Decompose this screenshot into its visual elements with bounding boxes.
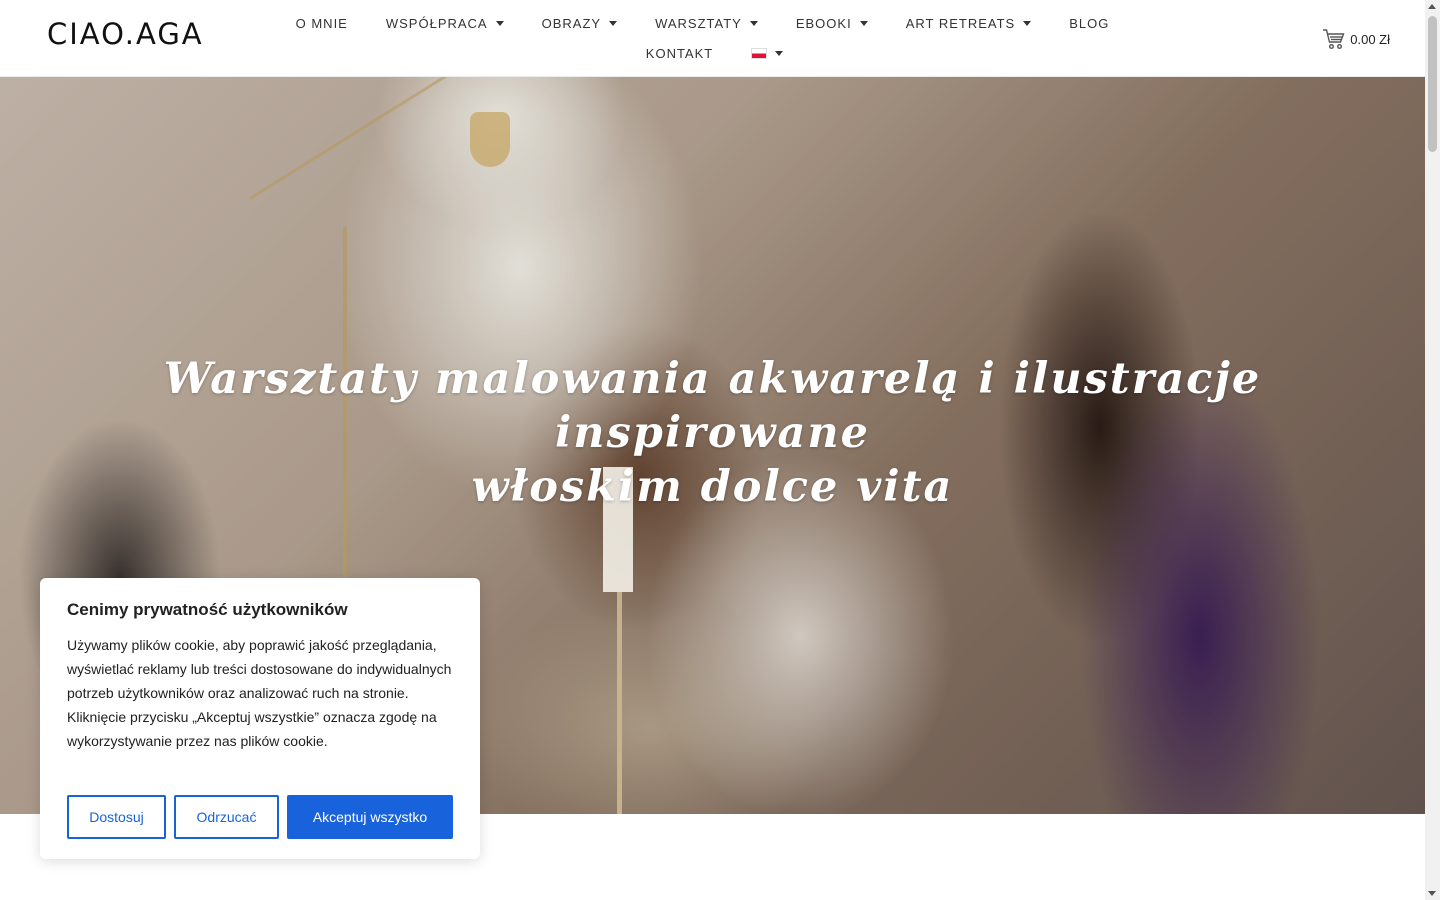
hero-photo-detail xyxy=(249,77,472,200)
cookie-consent-dialog: Cenimy prywatność użytkowników Używamy p… xyxy=(40,578,480,859)
poland-flag-icon xyxy=(751,47,768,59)
reject-button[interactable]: Odrzucać xyxy=(174,795,279,839)
caret-down-icon xyxy=(609,20,618,26)
main-nav: O MNIE WSPÓŁPRACA OBRAZY WARSZTATY EBOOK… xyxy=(0,14,1415,32)
cookie-title: Cenimy prywatność użytkowników xyxy=(67,600,348,619)
nav-label: EBOOKI xyxy=(795,15,852,31)
language-switcher[interactable] xyxy=(732,44,802,62)
hero-photo-detail xyxy=(470,112,510,167)
nav-item-obrazy[interactable]: OBRAZY xyxy=(523,14,636,32)
nav-label: KONTAKT xyxy=(645,45,714,61)
nav-label: ART RETREATS xyxy=(905,15,1016,31)
nav-item-ebooki[interactable]: EBOOKI xyxy=(777,14,887,32)
caret-down-icon xyxy=(495,20,504,26)
cookie-actions: Dostosuj Odrzucać Akceptuj wszystko xyxy=(67,795,453,839)
hero-photo-detail xyxy=(617,592,622,814)
cart-button[interactable]: 0.00 Zł xyxy=(1322,28,1390,50)
nav-item-o-mnie[interactable]: O MNIE xyxy=(277,14,367,32)
nav-label: WARSZTATY xyxy=(655,15,742,31)
scroll-thumb[interactable] xyxy=(1428,16,1437,152)
accept-all-button[interactable]: Akceptuj wszystko xyxy=(287,795,453,839)
caret-down-icon xyxy=(775,50,784,56)
nav-item-kontakt[interactable]: KONTAKT xyxy=(627,44,732,62)
hero-title-line: Warsztaty malowania akwarelą i ilustracj… xyxy=(163,354,1262,458)
nav-label: OBRAZY xyxy=(541,15,602,31)
nav-item-wspolpraca[interactable]: WSPÓŁPRACA xyxy=(367,14,523,32)
page-scrollbar[interactable] xyxy=(1425,0,1440,900)
nav-item-blog[interactable]: BLOG xyxy=(1050,14,1128,32)
cart-icon xyxy=(1322,28,1346,50)
site-header: CIAO.AGA O MNIE WSPÓŁPRACA OBRAZY WARSZT… xyxy=(0,0,1425,77)
cookie-description: Używamy plików cookie, aby poprawić jako… xyxy=(67,637,452,749)
nav-label: BLOG xyxy=(1069,15,1110,31)
nav-item-warsztaty[interactable]: WARSZTATY xyxy=(636,14,777,32)
nav-label: WSPÓŁPRACA xyxy=(385,15,488,31)
customize-button[interactable]: Dostosuj xyxy=(67,795,166,839)
nav-label: O MNIE xyxy=(295,15,348,31)
scroll-up-arrow-icon[interactable] xyxy=(1428,4,1436,9)
caret-down-icon xyxy=(749,20,758,26)
hero-title: Warsztaty malowania akwarelą i ilustracj… xyxy=(0,352,1425,514)
cart-total: 0.00 Zł xyxy=(1350,31,1390,47)
hero-title-line: włoskim dolce vita xyxy=(471,462,954,512)
scroll-down-arrow-icon[interactable] xyxy=(1428,891,1436,896)
caret-down-icon xyxy=(1023,20,1032,26)
caret-down-icon xyxy=(859,20,868,26)
main-nav-row-2: KONTAKT xyxy=(2,44,1427,62)
nav-item-art-retreats[interactable]: ART RETREATS xyxy=(887,14,1051,32)
